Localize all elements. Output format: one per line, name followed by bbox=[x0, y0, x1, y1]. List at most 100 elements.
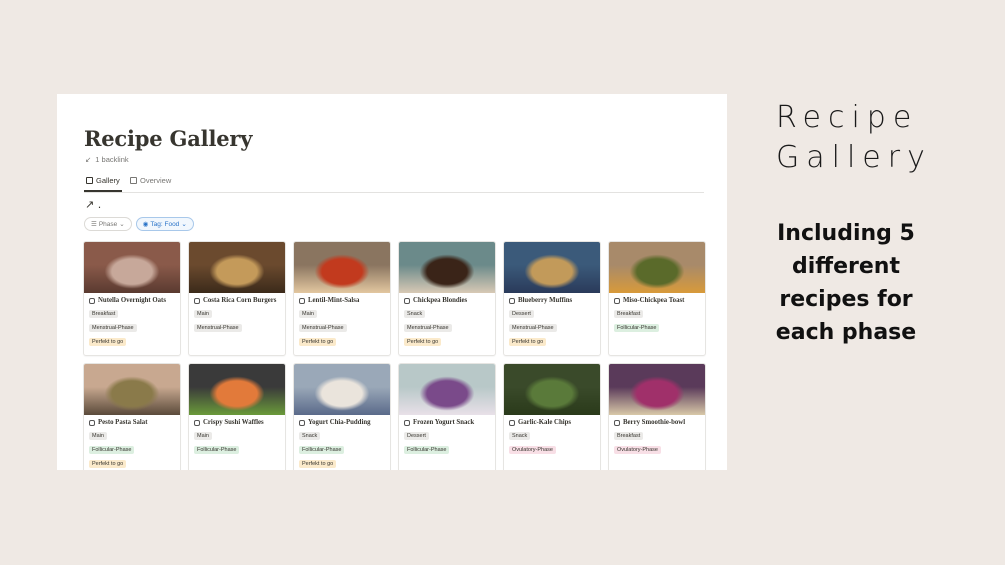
blender-icon bbox=[614, 419, 620, 426]
recipe-title-label: Chickpea Blondies bbox=[413, 297, 468, 304]
notion-screenshot: Recipe Gallery ↙ 1 backlink Gallery Overv… bbox=[57, 94, 727, 470]
muffin-icon bbox=[509, 297, 515, 304]
recipe-tag: Follicular-Phase bbox=[194, 446, 240, 454]
recipe-tag: Dessert bbox=[404, 432, 429, 440]
recipe-title-label: Miso-Chickpea Toast bbox=[623, 297, 685, 304]
filter-phase[interactable]: ☰ Phase ⌄ bbox=[84, 217, 132, 231]
recipe-card[interactable]: Lentil-Mint-Salsa Main Menstrual-Phase Perf… bbox=[293, 241, 391, 356]
tab-overview[interactable]: Overview bbox=[130, 176, 171, 185]
recipe-title: Garlic-Kale Chips bbox=[509, 419, 571, 426]
recipe-tag: Breakfast bbox=[614, 432, 644, 440]
recipe-tag: Follicular-Phase bbox=[614, 324, 660, 332]
filter-tag-label: Tag: Food bbox=[150, 220, 180, 228]
recipe-title-label: Berry Smoothie-bowl bbox=[623, 419, 686, 426]
side-sub-line: each phase bbox=[775, 320, 917, 345]
recipe-photo bbox=[294, 242, 390, 293]
recipe-title: Blueberry Muffins bbox=[509, 297, 572, 304]
link-marker[interactable]: ↗ . bbox=[85, 198, 101, 211]
table-icon bbox=[130, 177, 137, 184]
recipe-photo bbox=[189, 364, 285, 415]
recipe-tag: Menstrual-Phase bbox=[509, 324, 557, 332]
recipe-title-label: Pesto Pasta Salat bbox=[98, 419, 148, 426]
recipe-tag: Perfekt to go bbox=[299, 338, 337, 346]
backlink-label: 1 backlink bbox=[95, 155, 129, 164]
backlink-arrow-icon: ↙ bbox=[85, 155, 92, 164]
recipe-title: Yogurt Chia-Pudding bbox=[299, 419, 371, 426]
filter-tag-food[interactable]: ◉ Tag: Food ⌄ bbox=[135, 217, 194, 231]
recipe-tag: Main bbox=[89, 432, 107, 440]
recipe-tag: Snack bbox=[404, 310, 426, 318]
recipe-tag: Follicular-Phase bbox=[404, 446, 450, 454]
recipe-photo bbox=[504, 242, 600, 293]
tab-gallery[interactable]: Gallery bbox=[84, 176, 122, 192]
recipe-title: Pesto Pasta Salat bbox=[89, 419, 147, 426]
cup-icon bbox=[404, 419, 410, 426]
recipe-tag: Perfekt to go bbox=[89, 338, 127, 346]
recipe-title-label: Yogurt Chia-Pudding bbox=[308, 419, 371, 426]
backlink[interactable]: ↙ 1 backlink bbox=[85, 155, 129, 164]
recipe-tag: Perfekt to go bbox=[89, 460, 127, 468]
view-tabs: Gallery Overview bbox=[84, 174, 704, 193]
pasta-icon bbox=[89, 419, 95, 426]
recipe-tag: Menstrual-Phase bbox=[194, 324, 242, 332]
bowl-icon bbox=[89, 297, 95, 304]
recipe-card[interactable]: Miso-Chickpea Toast Breakfast Follicular-P… bbox=[608, 241, 706, 356]
recipe-photo bbox=[399, 364, 495, 415]
toast-icon bbox=[614, 297, 620, 304]
recipe-title: Chickpea Blondies bbox=[404, 297, 467, 304]
recipe-tag: Breakfast bbox=[614, 310, 644, 318]
bowl-icon bbox=[299, 419, 305, 426]
recipe-card[interactable]: Yogurt Chia-Pudding Snack Follicular-Phase… bbox=[293, 363, 391, 470]
recipe-photo bbox=[84, 242, 180, 293]
recipe-title: Frozen Yogurt Snack bbox=[404, 419, 474, 426]
recipe-tag: Menstrual-Phase bbox=[89, 324, 137, 332]
burger-icon bbox=[194, 297, 200, 304]
tab-gallery-label: Gallery bbox=[96, 176, 120, 185]
recipe-tag: Perfekt to go bbox=[509, 338, 547, 346]
recipe-title: Costa Rica Corn Burgers bbox=[194, 297, 276, 304]
recipe-title: Nutella Overnight Oats bbox=[89, 297, 166, 304]
recipe-card[interactable]: Garlic-Kale Chips Snack Ovulatory-Phase bbox=[503, 363, 601, 470]
recipe-title: Lentil-Mint-Salsa bbox=[299, 297, 359, 304]
recipe-title-label: Blueberry Muffins bbox=[518, 297, 573, 304]
recipe-title: Berry Smoothie-bowl bbox=[614, 419, 685, 426]
recipe-tag: Perfekt to go bbox=[404, 338, 442, 346]
side-subtitle: Including 5 different recipes for each p… bbox=[766, 217, 926, 349]
leaf-icon bbox=[509, 419, 515, 426]
recipe-title-label: Garlic-Kale Chips bbox=[518, 419, 572, 426]
recipe-photo bbox=[504, 364, 600, 415]
side-heading: Recipe Gallery bbox=[776, 98, 932, 178]
recipe-tag: Menstrual-Phase bbox=[404, 324, 452, 332]
recipe-title-label: Nutella Overnight Oats bbox=[98, 297, 166, 304]
recipe-card[interactable]: Nutella Overnight Oats Breakfast Menstrual… bbox=[83, 241, 181, 356]
recipe-card[interactable]: Costa Rica Corn Burgers Main Menstrual-Pha… bbox=[188, 241, 286, 356]
recipe-title-label: Lentil-Mint-Salsa bbox=[308, 297, 360, 304]
chopsticks-icon bbox=[194, 419, 200, 426]
gallery-icon bbox=[86, 177, 93, 184]
recipe-card[interactable]: Berry Smoothie-bowl Breakfast Ovulatory-Ph… bbox=[608, 363, 706, 470]
chevron-down-icon: ⌄ bbox=[119, 221, 125, 228]
recipe-tag: Dessert bbox=[509, 310, 534, 318]
cake-icon bbox=[404, 297, 410, 304]
recipe-tag: Main bbox=[194, 432, 212, 440]
tab-overview-label: Overview bbox=[140, 176, 172, 185]
recipe-title: Crispy Sushi Waffles bbox=[194, 419, 264, 426]
recipe-photo bbox=[609, 364, 705, 415]
recipe-card[interactable]: Crispy Sushi Waffles Main Follicular-Phase bbox=[188, 363, 286, 470]
side-sub-line: Including 5 bbox=[777, 221, 915, 246]
recipe-photo bbox=[294, 364, 390, 415]
chevron-down-icon: ⌄ bbox=[181, 221, 187, 228]
list-icon: ☰ bbox=[91, 221, 97, 228]
recipe-tag: Follicular-Phase bbox=[89, 446, 135, 454]
spoon-icon bbox=[299, 297, 305, 304]
recipe-card[interactable]: Blueberry Muffins Dessert Menstrual-Phase P… bbox=[503, 241, 601, 356]
recipe-card[interactable]: Pesto Pasta Salat Main Follicular-Phase Per… bbox=[83, 363, 181, 470]
recipe-tag: Perfekt to go bbox=[299, 460, 337, 468]
tag-icon: ◉ bbox=[142, 221, 149, 228]
recipe-card[interactable]: Frozen Yogurt Snack Dessert Follicular-Pha… bbox=[398, 363, 496, 470]
recipe-card[interactable]: Chickpea Blondies Snack Menstrual-Phase Per… bbox=[398, 241, 496, 356]
filter-bar: ☰ Phase ⌄ ◉ Tag: Food ⌄ bbox=[84, 217, 194, 231]
recipe-tag: Main bbox=[194, 310, 212, 318]
recipe-title: Miso-Chickpea Toast bbox=[614, 297, 684, 304]
recipe-photo bbox=[84, 364, 180, 415]
